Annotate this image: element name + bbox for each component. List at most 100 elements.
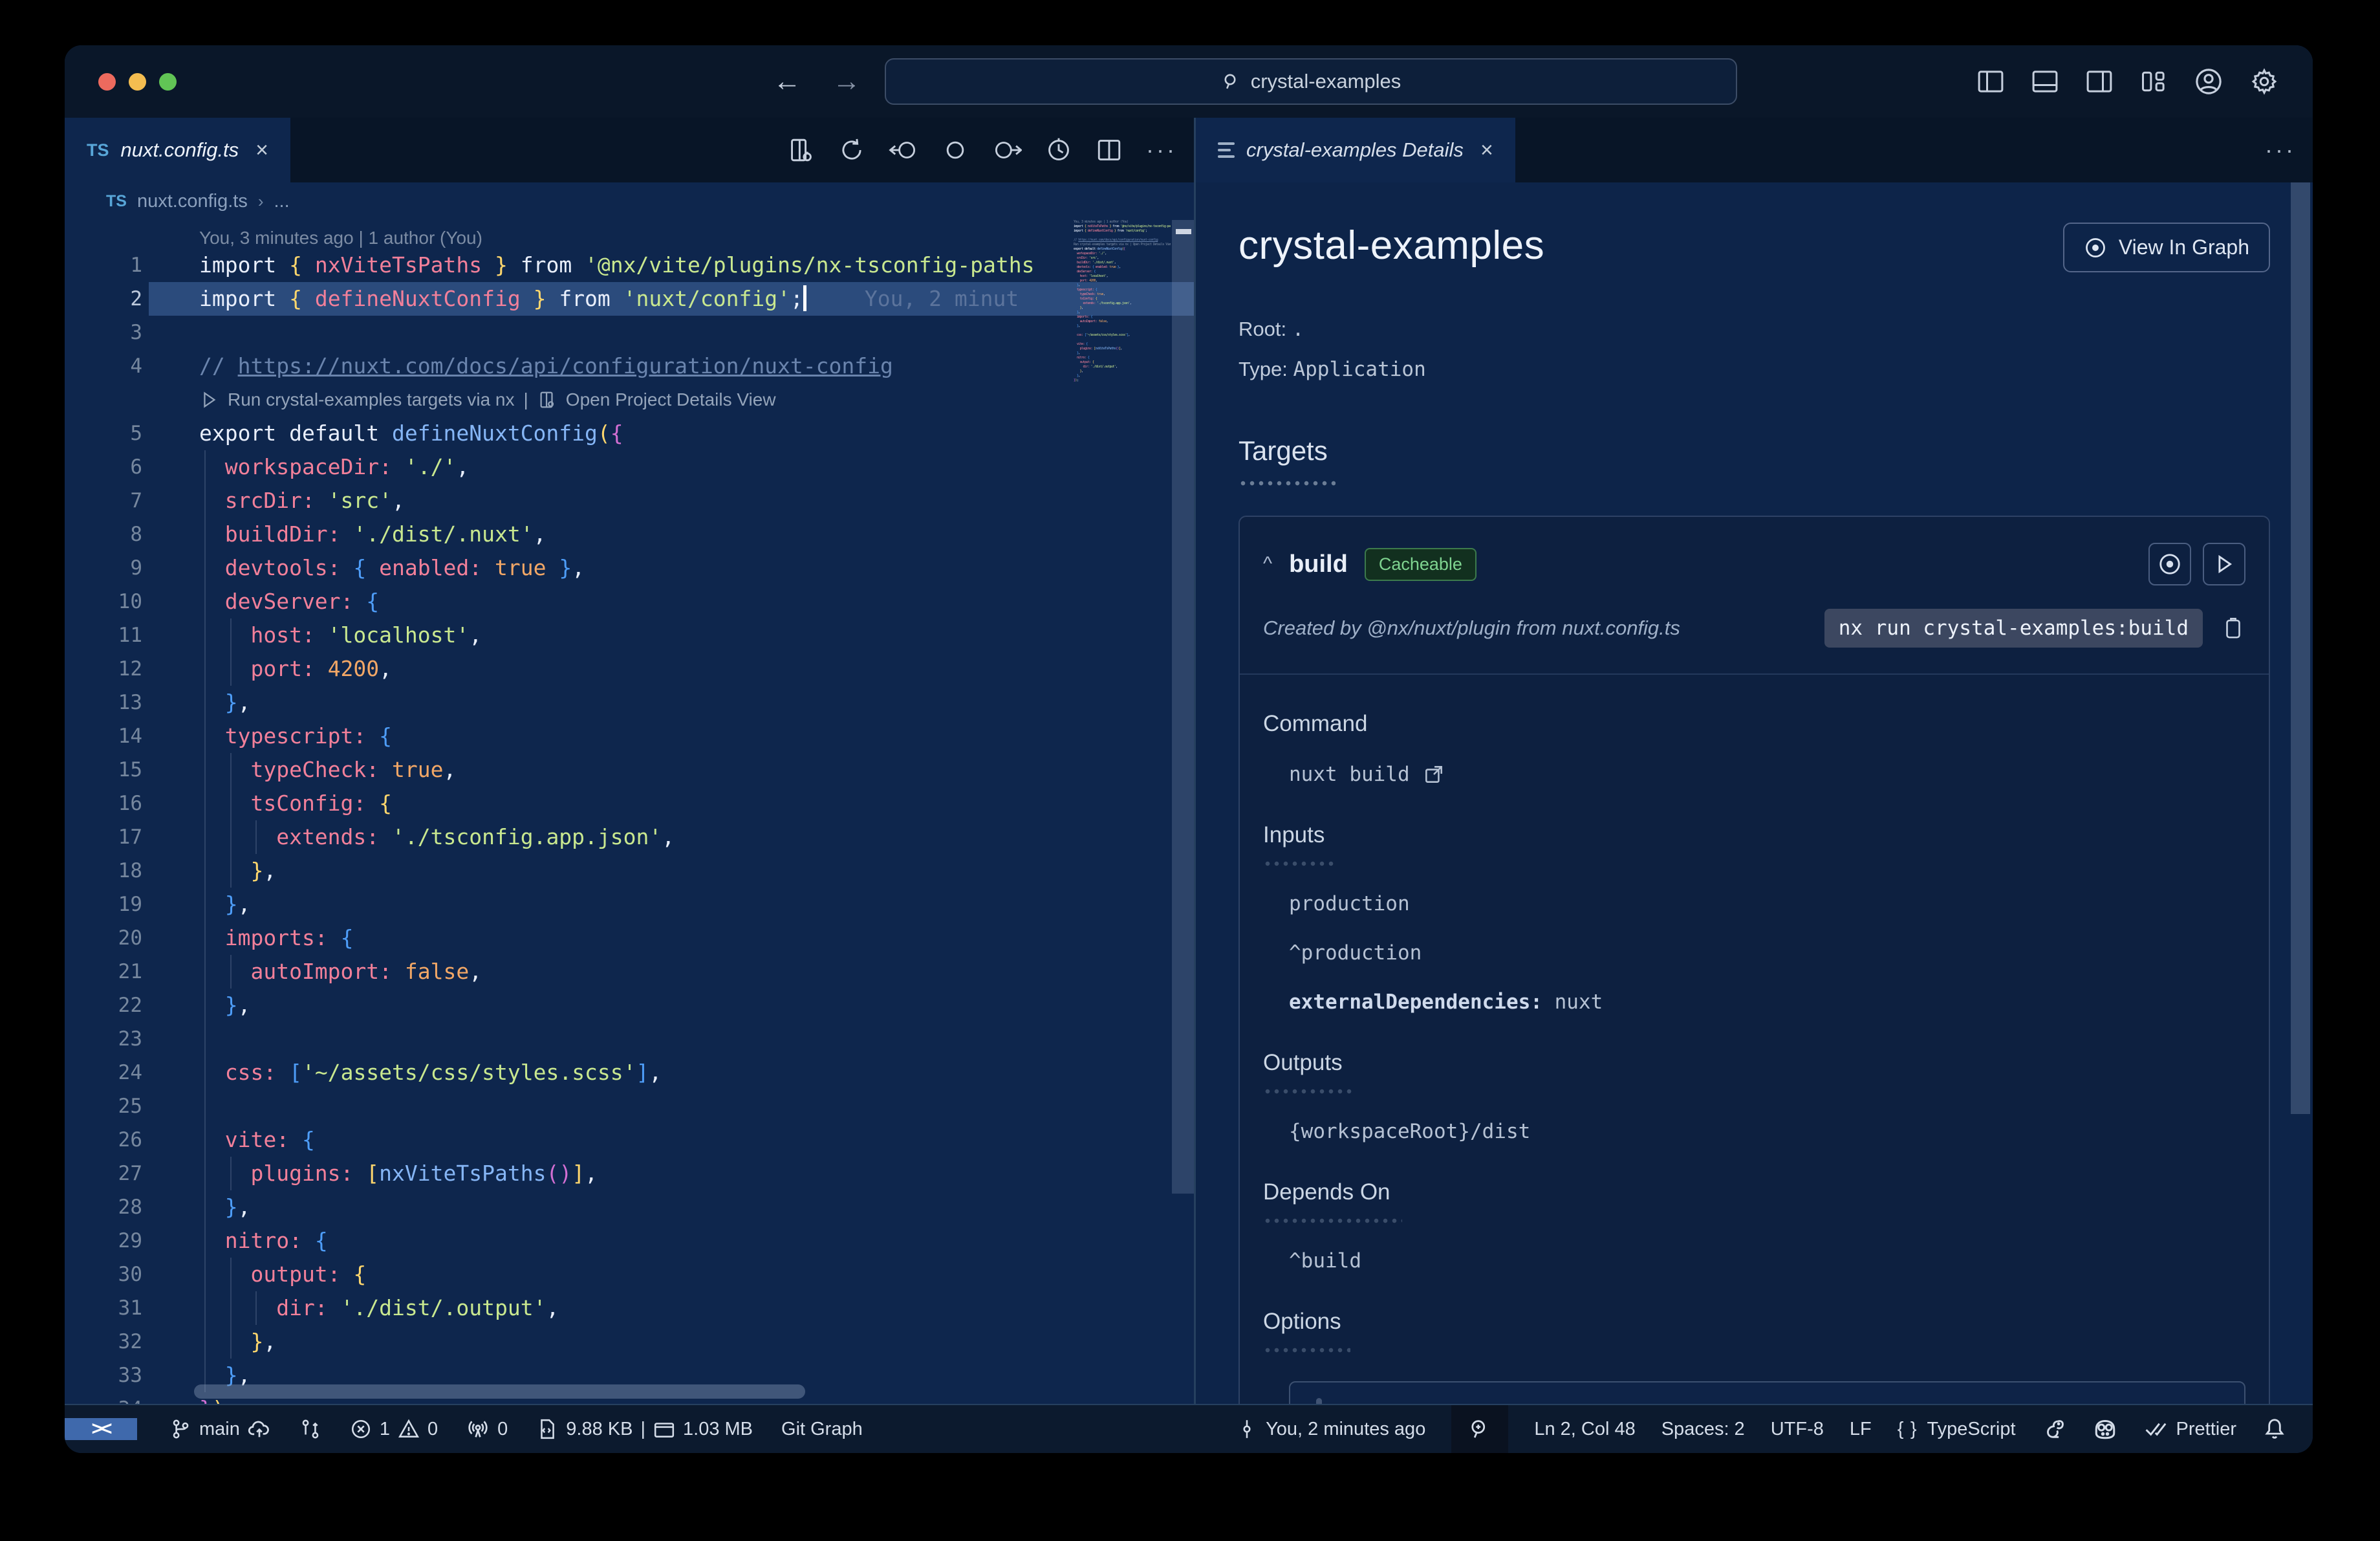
broadcast-icon [468, 1421, 488, 1437]
codelens-run-link[interactable]: Run crystal-examples targets via nx [228, 383, 515, 417]
problems-item[interactable]: 1 0 [350, 1418, 438, 1440]
nav-forward-circle-icon[interactable] [992, 137, 1022, 164]
notifications-bell-icon[interactable] [2262, 1417, 2287, 1441]
account-icon[interactable] [2194, 67, 2223, 96]
project-root: Root: . [1239, 318, 1304, 341]
inputs-heading: Inputs [1263, 822, 1325, 847]
options-heading: Options [1263, 1309, 1341, 1334]
zoom-status-item[interactable] [1451, 1405, 1509, 1453]
panel-vertical-scrollbar[interactable] [2291, 182, 2310, 1114]
play-icon [2218, 554, 2233, 574]
chevron-right-icon: › [257, 191, 264, 211]
tab-project-details[interactable]: crystal-examples Details × [1196, 118, 1515, 182]
nav-back-circle-icon[interactable] [889, 137, 918, 164]
run-target-button[interactable] [2203, 543, 2245, 585]
folder-icon [654, 1423, 675, 1437]
editor-vertical-scrollbar[interactable] [1172, 220, 1194, 1194]
code-line: 28 }, [65, 1190, 1194, 1224]
line-number: 6 [130, 455, 142, 479]
code-line: 14 typescript: { [65, 719, 1194, 753]
code-line: 26 vite: { [65, 1123, 1194, 1157]
warning-icon [398, 1419, 419, 1437]
minimap[interactable]: You, 3 minutes ago | 1 author (You) impor… [1074, 220, 1171, 1404]
cursor-position-item[interactable]: Ln 2, Col 48 [1534, 1419, 1635, 1440]
settings-gear-icon[interactable] [2249, 67, 2279, 96]
code-line: 17 extends: './tsconfig.app.json', [65, 820, 1194, 854]
remote-indicator[interactable]: >< [65, 1418, 137, 1440]
output-item: {workspaceRoot}/dist [1289, 1120, 1531, 1143]
close-tab-icon[interactable]: × [1480, 138, 1493, 163]
view-in-graph-button[interactable]: View In Graph [2062, 223, 2270, 272]
line-number: 34 [65, 1392, 149, 1404]
git-graph-item[interactable]: Git Graph [781, 1419, 863, 1440]
code-line: 2 import { defineNuxtConfig } from 'nuxt/… [65, 282, 1194, 316]
line-number: 18 [118, 859, 142, 882]
more-actions-icon[interactable]: ··· [2265, 137, 2296, 164]
language-mode-item[interactable]: { } TypeScript [1898, 1419, 2016, 1440]
encoding-item[interactable]: UTF-8 [1771, 1419, 1824, 1440]
copy-icon[interactable] [2221, 616, 2245, 640]
code-line: 22 }, [65, 989, 1194, 1022]
refresh-icon[interactable] [838, 137, 865, 164]
typescript-file-icon: TS [106, 191, 127, 210]
line-number: 20 [118, 926, 142, 950]
toggle-primary-sidebar-icon[interactable] [1976, 67, 2005, 96]
blame-row: You, 3 minutes ago | 1 author (You) [65, 220, 1194, 248]
open-changes-icon[interactable] [788, 137, 815, 164]
code-line: 27 plugins: [nxViteTsPaths()], [65, 1157, 1194, 1190]
line-number: 16 [118, 792, 142, 815]
target-card-build: ^ build Cacheable Created by @nx/nuxt/pl… [1239, 516, 2270, 1404]
minimize-window-button[interactable] [129, 72, 146, 91]
code-line: 11 host: 'localhost', [65, 618, 1194, 652]
maximize-window-button[interactable] [159, 72, 177, 91]
split-editor-icon[interactable] [1096, 137, 1123, 164]
navigate-back-icon[interactable]: ← [773, 65, 801, 98]
code-line: 7 srcDir: 'src', [65, 484, 1194, 518]
close-tab-icon[interactable]: × [255, 138, 268, 163]
codelens-row[interactable]: Run crystal-examples targets via nx | Open… [65, 383, 1194, 417]
editor-group-left: TS nuxt.config.ts × ··· TS nuxt.config.t… [65, 118, 1194, 1404]
robot-icon[interactable] [2092, 1416, 2118, 1442]
line-number: 31 [118, 1296, 142, 1320]
indentation-item[interactable]: Spaces: 2 [1661, 1419, 1745, 1440]
ports-item[interactable]: 0 [466, 1417, 508, 1441]
breadcrumb-more[interactable]: ... [274, 191, 290, 212]
run-play-icon[interactable] [199, 390, 219, 410]
navigate-forward-icon[interactable]: → [832, 65, 861, 98]
external-link-icon[interactable] [1423, 763, 1445, 785]
squirrel-icon[interactable] [2042, 1417, 2066, 1441]
file-size-item[interactable]: 9.88 KB | 1.03 MB [536, 1418, 753, 1440]
git-branch-item[interactable]: main [169, 1417, 271, 1441]
customize-layout-icon[interactable] [2139, 67, 2168, 96]
code-line: 6 workspaceDir: './', [65, 450, 1194, 484]
line-number: 22 [118, 994, 142, 1017]
tab-nuxt-config[interactable]: TS nuxt.config.ts × [65, 118, 291, 182]
view-target-button[interactable] [2148, 543, 2191, 585]
prettier-item[interactable]: Prettier [2144, 1417, 2236, 1441]
blame-item[interactable]: You, 2 minutes ago [1236, 1418, 1425, 1440]
depends-underline [1263, 1218, 1402, 1223]
code-editor[interactable]: You, 3 minutes ago | 1 author (You) 1 impo… [65, 220, 1194, 1404]
eye-icon [2159, 554, 2180, 574]
cacheable-badge: Cacheable [1364, 547, 1477, 581]
circle-icon[interactable] [942, 137, 969, 164]
line-number: 25 [118, 1095, 142, 1118]
options-json-editor[interactable]: { "cwd": "." } [1289, 1381, 2245, 1404]
more-actions-icon[interactable]: ··· [1146, 137, 1177, 164]
collapse-chevron-icon[interactable]: ^ [1263, 553, 1272, 575]
git-blame-annotation: You, 3 minutes ago | 1 author (You) [199, 228, 482, 248]
breadcrumb-file[interactable]: nuxt.config.ts [137, 191, 248, 212]
toggle-secondary-sidebar-icon[interactable] [2085, 67, 2114, 96]
toggle-panel-icon[interactable] [2031, 67, 2059, 96]
timeline-icon[interactable] [1045, 137, 1072, 164]
close-window-button[interactable] [98, 72, 116, 91]
eol-item[interactable]: LF [1850, 1419, 1872, 1440]
git-compare-icon[interactable] [299, 1418, 321, 1440]
codelens-open-details-link[interactable]: Open Project Details View [566, 383, 776, 417]
run-command-chip[interactable]: nx run crystal-examples:build [1824, 609, 2203, 648]
code-line: 12 port: 4200, [65, 652, 1194, 686]
line-number: 17 [118, 825, 142, 849]
breadcrumb[interactable]: TS nuxt.config.ts › ... [65, 182, 1194, 220]
editor-horizontal-scrollbar[interactable] [194, 1384, 805, 1399]
command-center-search[interactable]: crystal-examples [885, 58, 1737, 105]
